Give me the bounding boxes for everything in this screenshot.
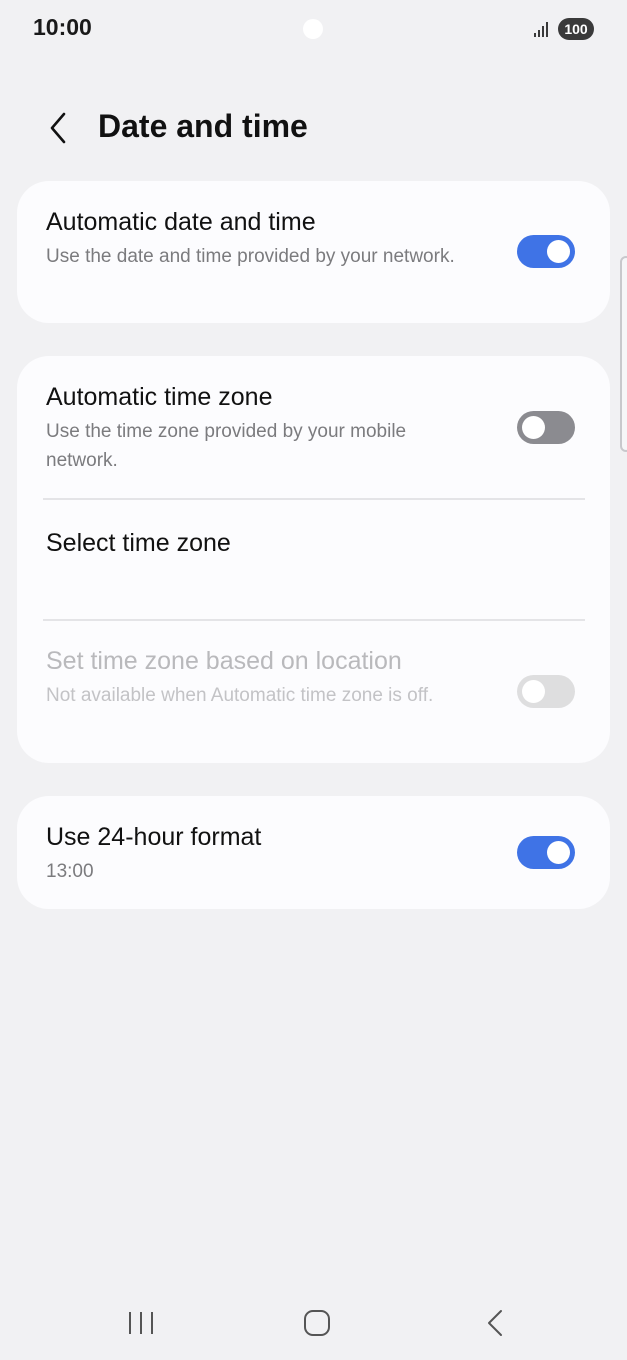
chevron-left-icon bbox=[50, 112, 66, 144]
back-button[interactable] bbox=[40, 108, 80, 148]
home-icon bbox=[304, 1310, 330, 1336]
battery-badge: 100 bbox=[558, 18, 594, 40]
scroll-handle[interactable] bbox=[620, 256, 627, 452]
toggle-knob bbox=[547, 841, 570, 864]
select-time-zone-title: Select time zone bbox=[46, 529, 231, 557]
automatic-date-time-toggle[interactable] bbox=[517, 235, 575, 268]
automatic-time-zone-toggle[interactable] bbox=[517, 411, 575, 444]
page-title: Date and time bbox=[98, 108, 308, 144]
status-time: 10:00 bbox=[33, 14, 92, 40]
toggle-knob bbox=[522, 680, 545, 703]
automatic-time-zone-subtitle: Use the time zone provided by your mobil… bbox=[46, 421, 407, 471]
use-24-hour-toggle[interactable] bbox=[517, 836, 575, 869]
back-icon bbox=[488, 1310, 502, 1336]
use-24-hour-row[interactable]: Use 24-hour format 13:00 bbox=[17, 796, 610, 909]
automatic-date-time-row[interactable]: Automatic date and time Use the date and… bbox=[17, 181, 610, 323]
location-time-zone-row: Set time zone based on location Not avai… bbox=[17, 621, 610, 763]
automatic-time-zone-title: Automatic time zone bbox=[46, 383, 273, 411]
use-24-hour-title: Use 24-hour format bbox=[46, 823, 262, 851]
signal-bars-icon bbox=[534, 22, 548, 37]
use-24-hour-subtitle: 13:00 bbox=[46, 861, 94, 882]
toggle-knob bbox=[547, 240, 570, 263]
card-time-zone: Automatic time zone Use the time zone pr… bbox=[17, 356, 610, 763]
toggle-knob bbox=[522, 416, 545, 439]
location-time-zone-title: Set time zone based on location bbox=[46, 647, 402, 675]
camera-cutout bbox=[303, 19, 323, 39]
home-button[interactable] bbox=[299, 1305, 335, 1341]
automatic-date-time-subtitle: Use the date and time provided by your n… bbox=[46, 246, 455, 267]
card-24-hour-format: Use 24-hour format 13:00 bbox=[17, 796, 610, 909]
recents-icon bbox=[129, 1312, 153, 1334]
location-time-zone-toggle bbox=[517, 675, 575, 708]
location-time-zone-subtitle: Not available when Automatic time zone i… bbox=[46, 685, 434, 706]
status-bar: 10:00 100 bbox=[0, 0, 627, 60]
recents-button[interactable] bbox=[124, 1309, 160, 1337]
automatic-date-time-title: Automatic date and time bbox=[46, 208, 316, 236]
card-automatic-date-time: Automatic date and time Use the date and… bbox=[17, 181, 610, 323]
select-time-zone-row[interactable]: Select time zone bbox=[17, 500, 610, 619]
automatic-time-zone-row[interactable]: Automatic time zone Use the time zone pr… bbox=[17, 356, 610, 499]
nav-back-button[interactable] bbox=[477, 1305, 513, 1341]
